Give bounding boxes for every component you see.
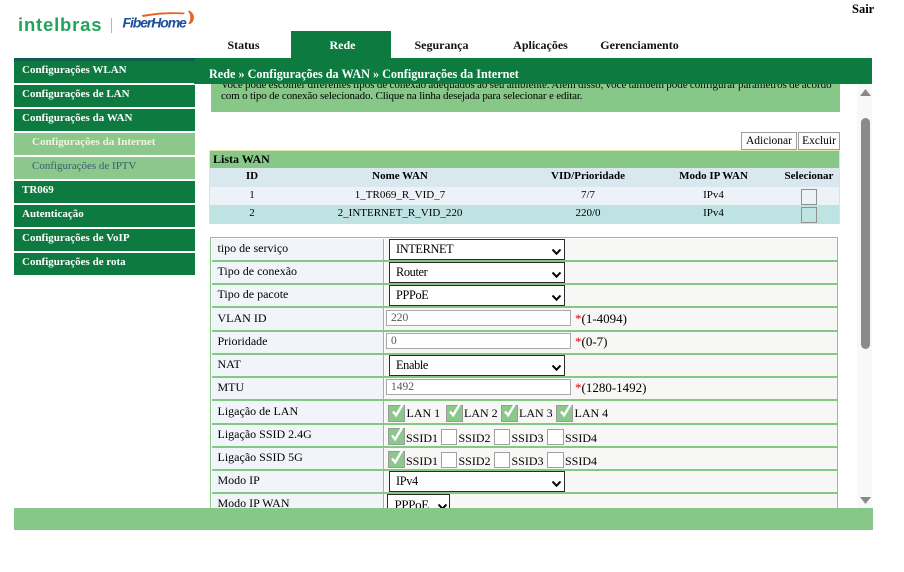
- svg-text:FiberHome: FiberHome: [123, 15, 188, 31]
